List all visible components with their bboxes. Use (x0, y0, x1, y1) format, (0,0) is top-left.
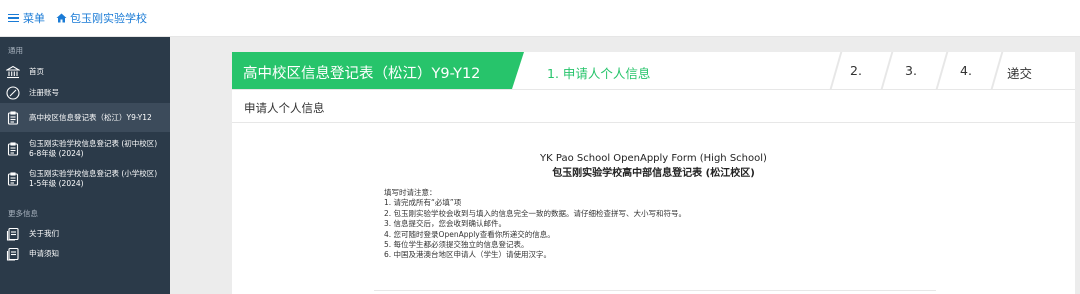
step-4[interactable]: 4. (960, 63, 972, 78)
divider (232, 122, 1075, 123)
sidebar-item-middleschool-form[interactable]: 包玉刚实验学校信息登记表 (初中校区) 6-8年级 (2024) (0, 136, 170, 162)
sidebar-item-about[interactable]: 关于我们 (0, 224, 170, 244)
step-2[interactable]: 2. (850, 63, 862, 78)
divider (232, 89, 1075, 90)
step-divider (990, 52, 1004, 89)
clipboard-icon (6, 142, 20, 156)
sidebar-item-label: 高中校区信息登记表（松江）Y9-Y12 (29, 112, 152, 122)
sidebar-item-label: 关于我们 (29, 229, 59, 238)
hamburger-icon (8, 13, 19, 23)
wizard-steps: 高中校区信息登记表（松江）Y9-Y12 1. 申请人个人信息 2. 3. 4. … (232, 52, 1075, 89)
step-3[interactable]: 3. (905, 63, 917, 78)
main-panel: 高中校区信息登记表（松江）Y9-Y12 1. 申请人个人信息 2. 3. 4. … (232, 52, 1075, 294)
clipboard-icon (6, 110, 20, 125)
sidebar-item-label: 包玉刚实验学校信息登记表 (小学校区) 1-5年级 (2024) (29, 169, 158, 188)
menu-button[interactable]: 菜单 (8, 10, 45, 26)
document-icon (6, 247, 20, 261)
compass-icon (6, 86, 20, 100)
sidebar-section-general: 通用 (8, 46, 23, 55)
instructions: 填写时请注意： 1. 请完成所有“必填”项 2. 包玉刚实验学校会收到与填入的信… (384, 188, 686, 261)
step-divider (829, 52, 843, 89)
sidebar-item-highschool-form[interactable]: 高中校区信息登记表（松江）Y9-Y12 (0, 103, 170, 132)
form-title-en: YK Pao School OpenApply Form (High Schoo… (540, 153, 767, 164)
sidebar-item-register[interactable]: 注册账号 (0, 83, 170, 103)
step-1-personal-info[interactable]: 1. 申请人个人信息 (547, 63, 650, 82)
sidebar: 通用 首页 注册账号 高中校区信息登记表（松江）Y9-Y12 包玉刚实验学校信息… (0, 37, 170, 294)
school-home-link[interactable]: 包玉刚实验学校 (56, 10, 147, 26)
form-title-cn: 包玉刚实验学校高中部信息登记表 (松江校区) (552, 168, 755, 179)
top-bar: 菜单 包玉刚实验学校 (0, 0, 1080, 37)
instruction-item: 4. 您可随时登录OpenApply查看你所递交的信息。 (384, 229, 555, 239)
instruction-item: 6. 中国及港澳台地区申请人（学生）请使用汉字。 (384, 250, 552, 260)
step-divider (880, 52, 894, 89)
wizard-title-banner: 高中校区信息登记表（松江）Y9-Y12 (232, 52, 524, 89)
instruction-item: 3. 信息提交后，您会收到确认邮件。 (384, 219, 507, 229)
instruction-item: 1. 请完成所有“必填”项 (384, 198, 462, 208)
sidebar-section-more: 更多信息 (8, 209, 38, 218)
step-divider (935, 52, 949, 89)
sidebar-item-label: 包玉刚实验学校信息登记表 (初中校区) 6-8年级 (2024) (29, 139, 158, 158)
bank-icon (6, 65, 20, 79)
sidebar-item-label: 注册账号 (29, 88, 59, 97)
home-icon (56, 13, 67, 23)
step-submit[interactable]: 递交 (1007, 63, 1032, 82)
sidebar-item-primaryschool-form[interactable]: 包玉刚实验学校信息登记表 (小学校区) 1-5年级 (2024) (0, 166, 170, 192)
sidebar-item-notice[interactable]: 申请须知 (0, 244, 170, 264)
divider (374, 290, 936, 291)
instruction-item: 5. 每位学生都必须提交独立的信息登记表。 (384, 240, 529, 250)
instructions-heading: 填写时请注意： (384, 188, 437, 197)
document-icon (6, 227, 20, 241)
menu-label: 菜单 (23, 12, 45, 25)
sidebar-item-label: 申请须知 (29, 249, 59, 258)
school-name: 包玉刚实验学校 (70, 12, 147, 25)
sidebar-item-label: 首页 (29, 67, 44, 76)
instruction-item: 2. 包玉刚实验学校会收到与填入的信息完全一致的数据。请仔细检查拼写、大小写和符… (384, 208, 687, 218)
sidebar-item-home[interactable]: 首页 (0, 62, 170, 82)
form-title: 高中校区信息登记表（松江）Y9-Y12 (243, 66, 481, 82)
clipboard-icon (6, 172, 20, 186)
section-heading: 申请人个人信息 (244, 101, 325, 115)
